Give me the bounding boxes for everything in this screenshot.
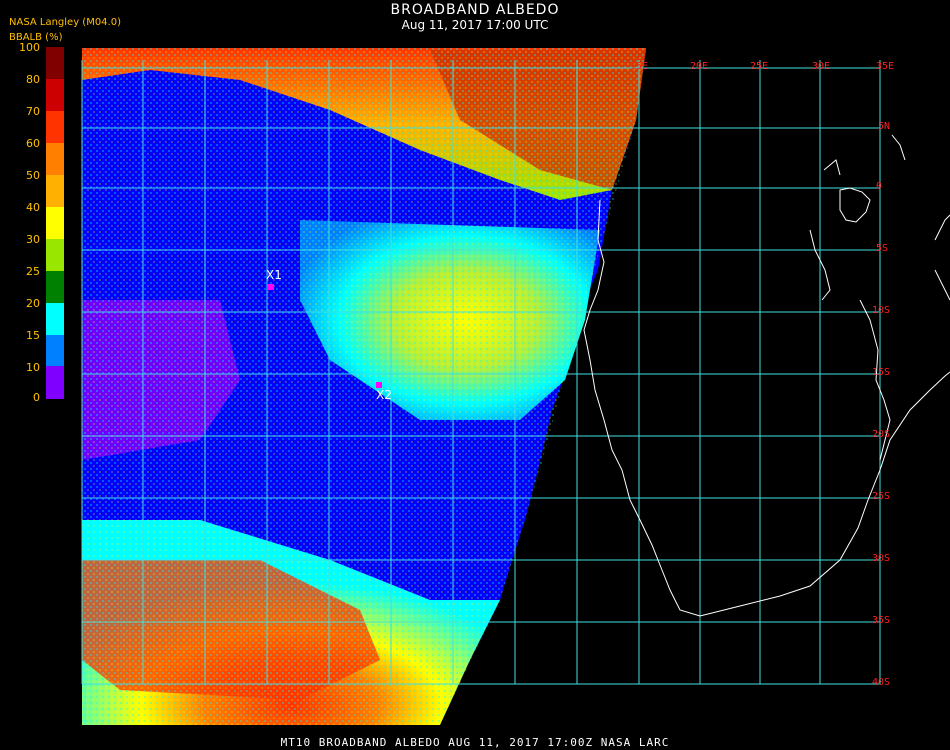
colorbar-tick: 100 [19,41,40,54]
colorbar-swatch [46,143,64,175]
lat-label: 30S [872,553,891,564]
colorbar-swatch [46,239,64,271]
colorbar-tick: 20 [26,297,40,310]
source-label: NASA Langley (M04.0) [9,17,121,28]
colorbar-tick: 25 [26,265,40,278]
colorbar-swatch [46,79,64,111]
colorbar-swatch [46,271,64,303]
colorbar-tick: 30 [26,233,40,246]
lon-label: 35E [876,61,895,72]
lat-label: 10S [872,305,891,316]
lat-label: 40S [872,677,891,688]
colorbar-swatch [46,335,64,367]
lat-label: 25S [872,491,891,502]
colorbar-swatch-bottom [46,366,64,399]
colorbar-tick: 50 [26,169,40,182]
lat-label: 15S [872,367,891,378]
colorbar-tick: 80 [26,73,40,86]
colorbar-swatch [46,47,64,79]
lat-label: 0 [876,181,883,192]
colorbar-tick: 0 [33,391,40,404]
lon-label: 15E [630,61,649,72]
colorbar-swatch [46,111,64,143]
marker-x1-point [268,284,274,290]
colorbar-swatch [46,175,64,207]
satellite-map [81,48,950,725]
colorbar-tick: 60 [26,137,40,150]
footer-caption: MT10 BROADBAND ALBEDO AUG 11, 2017 17:00… [280,736,670,749]
lon-label: 30E [812,61,831,72]
colorbar-swatch [46,303,64,335]
colorbar-swatch [46,207,64,239]
lon-label: 20E [690,61,709,72]
colorbar-tick: 15 [26,329,40,342]
marker-x2-label: X2 [376,388,392,402]
lat-label: 5S [876,243,889,254]
lat-label: 5N [878,121,891,132]
albedo-field [82,48,646,725]
colorbar-tick: 10 [26,361,40,374]
marker-x1-label: X1 [266,268,282,282]
colorbar-tick: 40 [26,201,40,214]
lon-label: 25E [750,61,769,72]
colorbar [46,47,64,399]
lat-label: 20S [872,429,891,440]
map-title: BROADBAND ALBEDO [390,2,560,18]
lat-label: 35S [872,615,891,626]
colorbar-tick: 70 [26,105,40,118]
map-timestamp: Aug 11, 2017 17:00 UTC [401,18,549,32]
